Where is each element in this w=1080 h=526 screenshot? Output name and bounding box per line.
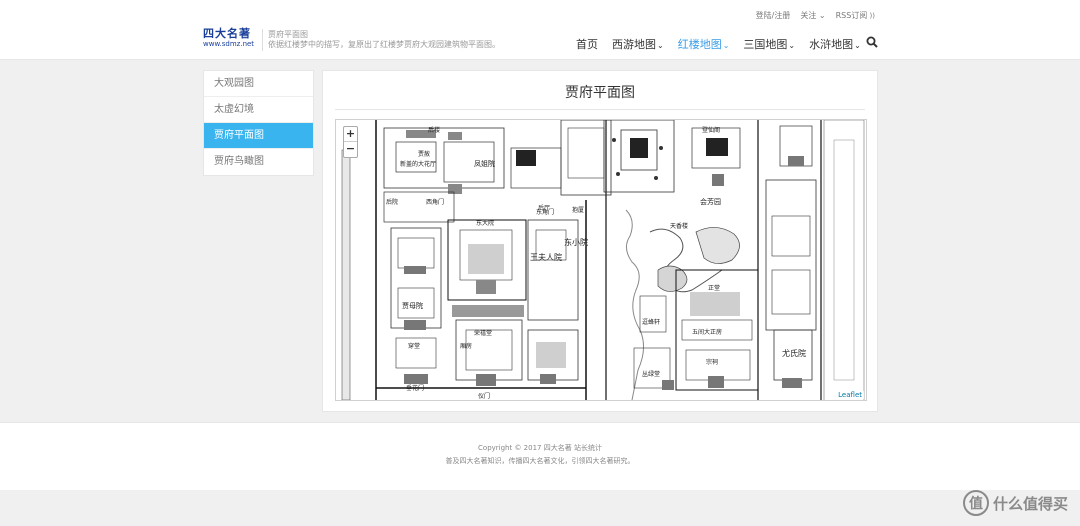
login-link[interactable]: 登陆/注册 xyxy=(756,10,791,21)
chevron-down-icon: ⌄ xyxy=(854,41,861,50)
chevron-down-icon: ⌄ xyxy=(788,41,796,50)
rss-label: RSS订阅 xyxy=(835,11,868,20)
nav-item-xiyou-map[interactable]: 西游地图⌄ xyxy=(612,36,664,52)
map-label-zongci: 宗祠 xyxy=(706,358,718,366)
site-header: 四大名著 www.sdmz.net 贾府平面图 依据红楼梦中的描写，复原出了红楼… xyxy=(0,0,1080,60)
map-label-baoxia: 抱厦 xyxy=(572,206,584,214)
main-nav: 首页 西游地图⌄ 红楼地图⌄ 三国地图⌄ 水浒地图⌄ xyxy=(576,36,875,52)
top-links: 登陆/注册 关注 ⌄ RSS订阅 )) xyxy=(756,10,875,21)
logo-url: www.sdmz.net xyxy=(203,40,255,48)
map-label-houyuan: 后院 xyxy=(386,198,398,206)
map-label-huating: 新盖的大花厅 xyxy=(400,160,436,168)
map-label-rongxi: 荣禧堂 xyxy=(474,329,492,337)
map-label-zhengtang: 正堂 xyxy=(708,284,720,292)
chevron-down-icon: ⌄ xyxy=(816,11,826,20)
map-label-dongdayuan: 东大院 xyxy=(476,219,494,227)
nav-label: 首页 xyxy=(576,38,598,51)
nav-label: 水浒地图 xyxy=(809,38,854,51)
page-title: 贾府平面图 xyxy=(565,85,635,101)
nav-item-honglou-map[interactable]: 红楼地图⌄ xyxy=(678,36,730,52)
map-label-houlou: 后楼 xyxy=(428,126,440,134)
logo-title: 四大名著 xyxy=(203,27,251,40)
map-label-jiamu: 贾母院 xyxy=(402,301,423,310)
watermark-text: 什么值得买 xyxy=(992,494,1068,513)
title-divider xyxy=(335,109,865,110)
zoom-control: + − xyxy=(343,126,358,158)
follow-label: 关注 xyxy=(800,11,817,20)
sidebar-item-jiafu-plan[interactable]: 贾府平面图 xyxy=(204,123,313,149)
map-label-chuantang: 穿堂 xyxy=(408,342,420,350)
site-footer: Copyright © 2017 四大名著 站长统计 普及四大名著知识，传播四大… xyxy=(0,422,1080,490)
map-label-jiashe: 贾赦 xyxy=(418,150,430,158)
leaflet-attribution-link[interactable]: Leaflet xyxy=(836,391,864,399)
sidebar-item-jiafu-aerial[interactable]: 贾府鸟瞰图 xyxy=(204,149,313,175)
zoom-in-button[interactable]: + xyxy=(344,127,357,142)
follow-link[interactable]: 关注 ⌄ xyxy=(800,10,825,21)
map-label-tianxianglou: 天香楼 xyxy=(670,222,688,230)
nav-label: 三国地图 xyxy=(743,38,788,51)
nav-label: 红楼地图 xyxy=(677,38,722,51)
nav-item-home[interactable]: 首页 xyxy=(576,36,598,52)
site-logo[interactable]: 四大名著 www.sdmz.net xyxy=(203,28,259,49)
map-label-wangfuren: 王夫人院 xyxy=(530,252,562,262)
map-label-dongxiaoyuan: 东小院 xyxy=(564,237,588,247)
sidebar-item-daguanyuan[interactable]: 大观园图 xyxy=(204,71,313,97)
sidebar: 大观园图 太虚幻境 贾府平面图 贾府鸟瞰图 xyxy=(203,70,314,176)
nav-item-sanguo-map[interactable]: 三国地图⌄ xyxy=(743,36,795,52)
map-label-xijiaomen: 西角门 xyxy=(426,198,444,206)
map-label-fengjie: 凤姐院 xyxy=(474,159,495,168)
footer-description: 普及四大名著知识，传播四大名著文化，引领四大名著研究。 xyxy=(445,457,635,465)
floor-plan-image: 后楼 贾赦 凤姐院 新盖的大花厅 东小院 王夫人院 贾母院 荣禧堂 东大院 五间… xyxy=(336,120,866,400)
map-label-doufengxuan: 逗蜂轩 xyxy=(642,318,660,326)
page-name: 贾府平面图 xyxy=(268,30,308,39)
main-content: 贾府平面图 + − 后楼 贾赦 凤姐院 新盖的大花厅 东小院 王夫人院 贾母院 … xyxy=(322,70,878,412)
rss-link[interactable]: RSS订阅 )) xyxy=(836,10,875,21)
page-description: 依据红楼梦中的描写，复原出了红楼梦贾府大观园建筑物平面图。 xyxy=(268,40,500,49)
zoom-out-button[interactable]: − xyxy=(344,142,357,157)
rss-icon: )) xyxy=(867,12,875,20)
chevron-down-icon: ⌄ xyxy=(722,41,730,50)
search-icon[interactable] xyxy=(866,36,878,48)
map-label-dengxiange: 登仙阁 xyxy=(702,126,720,134)
logo-divider xyxy=(262,29,263,51)
map-label-xiangfang: 厢房 xyxy=(460,342,472,350)
map-label-youshi: 尤氏院 xyxy=(782,348,806,358)
map-label-zhengfang: 五间大正房 xyxy=(692,328,722,336)
map-viewer[interactable]: + − 后楼 贾赦 凤姐院 新盖的大花厅 东小院 王夫人院 贾母院 荣禧堂 东大… xyxy=(335,119,867,401)
map-label-houting: 后厅 xyxy=(538,204,550,212)
map-label-yimen: 仪门 xyxy=(478,392,490,400)
watermark: 值 什么值得买 xyxy=(962,490,1068,516)
nav-item-shuihu-map[interactable]: 水浒地图⌄ xyxy=(809,36,861,52)
watermark-logo-icon: 值 xyxy=(962,490,989,516)
map-label-conglutang: 丛绿堂 xyxy=(642,370,660,378)
page-info: 贾府平面图 依据红楼梦中的描写，复原出了红楼梦贾府大观园建筑物平面图。 xyxy=(268,30,500,50)
nav-label: 西游地图 xyxy=(612,38,656,51)
copyright-text: Copyright © 2017 四大名著 站长统计 xyxy=(478,444,602,452)
chevron-down-icon: ⌄ xyxy=(657,41,664,50)
sidebar-item-taixu[interactable]: 太虚幻境 xyxy=(204,97,313,123)
map-label-chuihuamen: 垂花门 xyxy=(406,384,424,392)
map-label-huifangyuan: 会芳园 xyxy=(700,197,721,206)
